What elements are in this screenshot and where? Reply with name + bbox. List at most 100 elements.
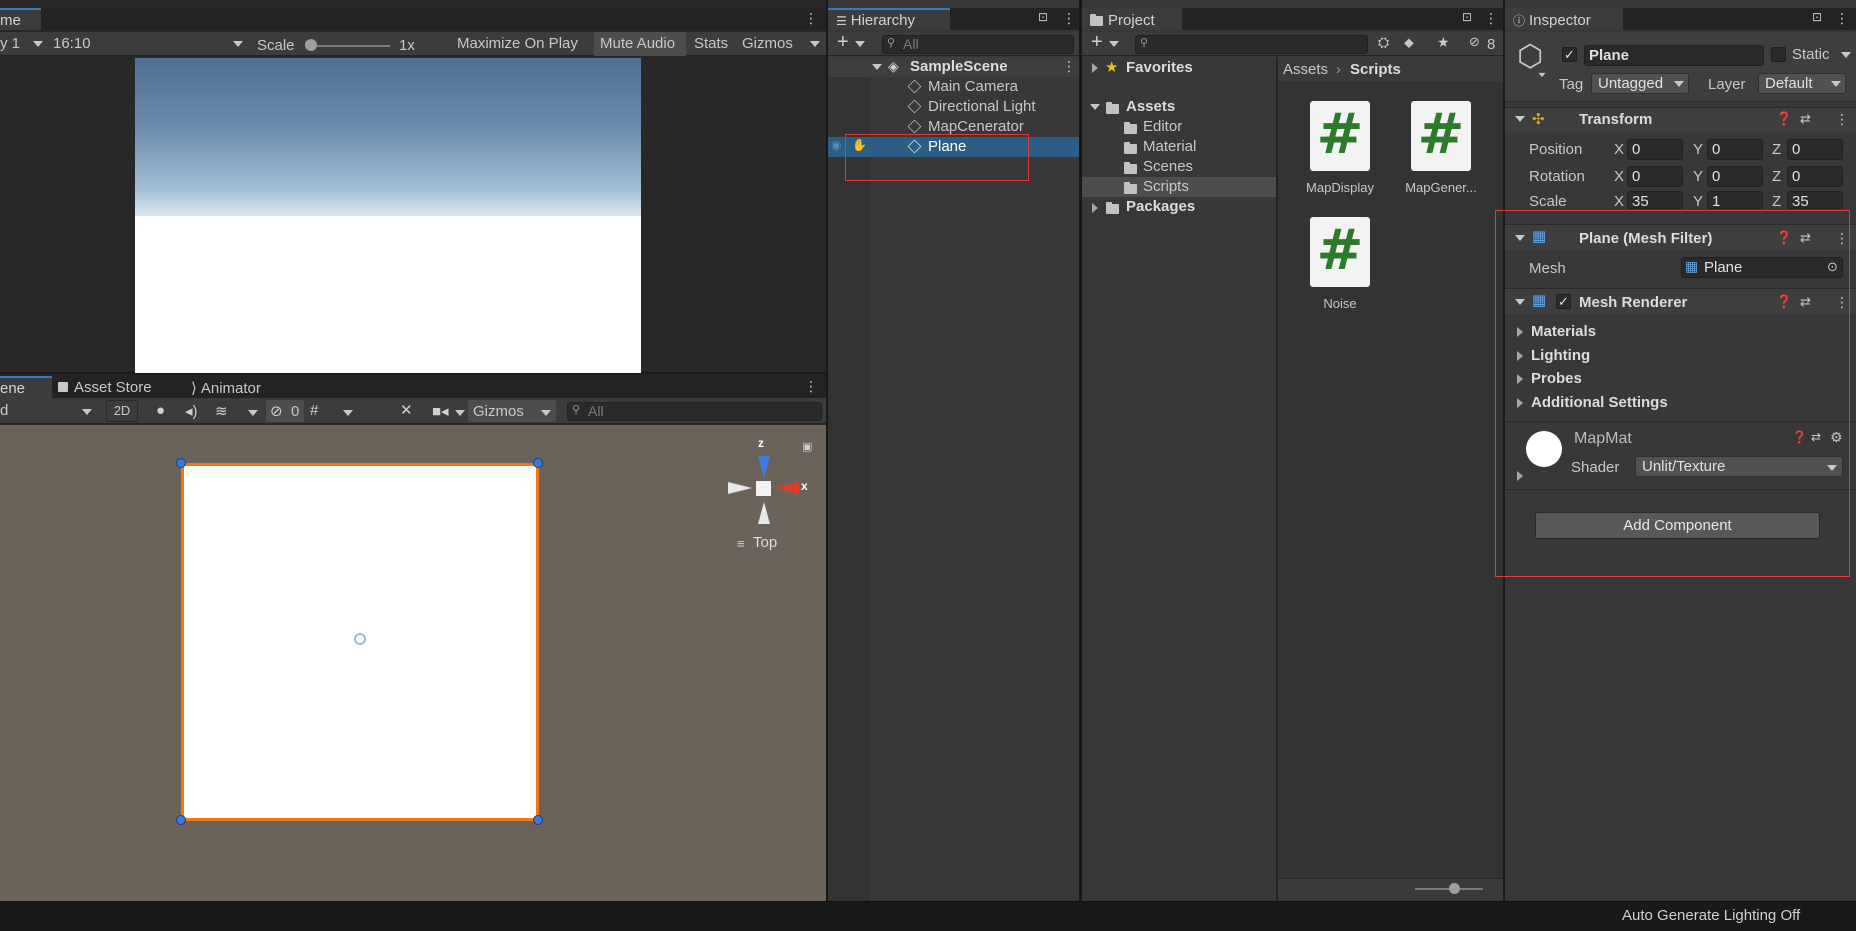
file-map-display[interactable]: MapDisplay — [1303, 180, 1377, 195]
stats-button[interactable]: Stats — [694, 35, 728, 52]
grid-snap-icon[interactable]: # — [310, 402, 318, 419]
scale-x-field[interactable]: 35 — [1627, 191, 1683, 209]
plane-handle-bl[interactable] — [176, 815, 186, 825]
scene-gizmos-chevron-down-icon[interactable] — [541, 410, 551, 416]
scale-slider-track[interactable] — [310, 45, 390, 47]
project-add-icon[interactable]: + — [1091, 31, 1103, 54]
plane-visibility-eye-icon[interactable]: ◉ — [831, 138, 841, 152]
tab-project[interactable]: Project — [1082, 8, 1182, 30]
gizmo-negz-axis-icon[interactable] — [758, 502, 770, 524]
project-lock-icon[interactable]: ⊡ — [1462, 10, 1472, 24]
hierarchy-item-directional-light[interactable]: Directional Light — [928, 98, 1036, 115]
tab-asset-store[interactable]: Asset Store — [58, 379, 152, 396]
inspector-lock-icon[interactable]: ⊡ — [1812, 10, 1822, 24]
static-checkbox[interactable] — [1771, 47, 1786, 62]
folder-item-editor[interactable]: Editor — [1143, 118, 1182, 135]
effects-toggle-icon[interactable]: ≋ — [215, 402, 228, 420]
scene-gizmos-button[interactable]: Gizmos — [473, 403, 524, 420]
effects-chevron-down-icon[interactable] — [248, 410, 258, 416]
rotation-x-field[interactable]: 0 — [1627, 166, 1683, 187]
transform-expand-icon[interactable] — [1515, 116, 1525, 122]
folder-item-scenes[interactable]: Scenes — [1143, 158, 1193, 175]
packages-item[interactable]: Packages — [1126, 198, 1195, 215]
folder-item-material[interactable]: Material — [1143, 138, 1196, 155]
object-name-field[interactable]: Plane — [1584, 45, 1764, 66]
favorite-star-icon[interactable]: ★ — [1437, 34, 1450, 51]
scene-more-icon[interactable]: ⋮ — [804, 378, 818, 395]
assets-item[interactable]: Assets — [1126, 98, 1175, 115]
tab-scene[interactable]: ene — [0, 376, 52, 398]
map-display-script-icon[interactable]: # — [1310, 101, 1370, 171]
toggle-2d-button[interactable]: 2D — [106, 400, 138, 422]
position-x-field[interactable]: 0 — [1627, 139, 1683, 160]
gizmo-z-axis-icon[interactable] — [758, 456, 770, 478]
object-icon-chevron-down-icon[interactable] — [1538, 72, 1546, 78]
file-noise[interactable]: Noise — [1303, 296, 1377, 311]
object-active-checkbox[interactable]: ✓ — [1562, 47, 1577, 62]
tab-hierarchy[interactable]: ☰ Hierarchy — [828, 8, 950, 30]
gizmo-center-cube-icon[interactable] — [756, 481, 771, 496]
gizmo-negx-axis-icon[interactable] — [728, 482, 752, 494]
project-add-chevron-down-icon[interactable] — [1109, 41, 1119, 47]
static-chevron-down-icon[interactable] — [1841, 52, 1851, 58]
assets-expand-icon[interactable] — [1090, 104, 1100, 110]
hierarchy-add-chevron-down-icon[interactable] — [855, 41, 865, 47]
favorites-expand-icon[interactable] — [1092, 63, 1098, 73]
plane-handle-tr[interactable] — [533, 458, 543, 468]
scene-search-input[interactable]: All — [567, 402, 822, 421]
scale-slider-thumb[interactable] — [305, 39, 317, 51]
hierarchy-item-main-camera[interactable]: Main Camera — [928, 78, 1018, 95]
file-map-generator[interactable]: MapGener... — [1403, 180, 1479, 195]
map-generator-script-icon[interactable]: # — [1411, 101, 1471, 171]
inspector-more-icon[interactable]: ⋮ — [1835, 10, 1849, 27]
gizmo-x-axis-icon[interactable] — [775, 482, 799, 494]
hidden-packages-icon[interactable]: ⊘ — [1469, 34, 1480, 50]
noise-script-icon[interactable]: # — [1310, 217, 1370, 287]
hierarchy-more-icon[interactable]: ⋮ — [1062, 10, 1076, 27]
tab-inspector[interactable]: ⓘ Inspector — [1505, 8, 1623, 30]
hierarchy-item-map-generator[interactable]: MapCenerator — [928, 118, 1024, 135]
hierarchy-add-icon[interactable]: + — [837, 31, 849, 54]
aspect-dropdown[interactable]: 16:10 — [53, 35, 91, 52]
scale-y-field[interactable]: 1 — [1707, 191, 1763, 209]
scene-expand-icon[interactable] — [872, 64, 882, 70]
gizmos-chevron-down-icon[interactable] — [810, 41, 820, 47]
mute-audio-button[interactable]: Mute Audio — [600, 35, 675, 52]
camera-chevron-down-icon[interactable] — [455, 410, 465, 416]
scene-more-icon[interactable]: ⋮ — [1062, 58, 1076, 75]
hierarchy-lock-icon[interactable]: ⊡ — [1038, 10, 1048, 24]
view-menu-icon[interactable]: ≡ — [737, 536, 745, 551]
object-cube-icon[interactable]: ⬡ — [1517, 42, 1543, 72]
favorites-item[interactable]: Favorites — [1126, 59, 1193, 76]
plane-handle-br[interactable] — [533, 815, 543, 825]
filter-by-label-icon[interactable]: ⬥ — [1404, 34, 1414, 51]
gizmo-lock-icon[interactable]: ▣ — [802, 440, 812, 453]
tab-animator[interactable]: ⟩ Animator — [191, 379, 261, 397]
rotation-y-field[interactable]: 0 — [1707, 166, 1763, 187]
rotation-z-field[interactable]: 0 — [1787, 166, 1843, 187]
breadcrumb-assets[interactable]: Assets — [1283, 61, 1328, 78]
project-more-icon[interactable]: ⋮ — [1484, 10, 1498, 27]
tab-game[interactable]: me — [0, 8, 41, 30]
breadcrumb-scripts[interactable]: Scripts — [1350, 61, 1401, 78]
gizmos-button[interactable]: Gizmos — [742, 35, 793, 52]
game-more-icon[interactable]: ⋮ — [804, 10, 818, 27]
tools-icon[interactable]: ✕ — [400, 401, 413, 419]
plane-handle-tl[interactable] — [176, 458, 186, 468]
folder-item-scripts[interactable]: Scripts — [1143, 178, 1189, 195]
view-label[interactable]: Top — [753, 534, 777, 551]
position-z-field[interactable]: 0 — [1787, 139, 1843, 160]
camera-icon[interactable]: ■◂ — [432, 402, 449, 420]
packages-expand-icon[interactable] — [1092, 203, 1098, 213]
scale-z-field[interactable]: 35 — [1787, 191, 1843, 209]
position-y-field[interactable]: 0 — [1707, 139, 1763, 160]
hierarchy-search-input[interactable]: All — [882, 35, 1074, 54]
audio-toggle-icon[interactable]: ◂) — [185, 402, 198, 420]
filter-by-type-icon[interactable]: ⛭ — [1378, 34, 1389, 51]
transform-presets-icon[interactable]: ⇄ — [1800, 111, 1811, 127]
transform-more-icon[interactable]: ⋮ — [1835, 111, 1849, 128]
project-search-input[interactable] — [1135, 35, 1368, 54]
icon-size-slider-thumb[interactable] — [1449, 883, 1460, 894]
grid-chevron-down-icon[interactable] — [343, 410, 353, 416]
display-dropdown[interactable]: y 1 — [0, 35, 20, 52]
